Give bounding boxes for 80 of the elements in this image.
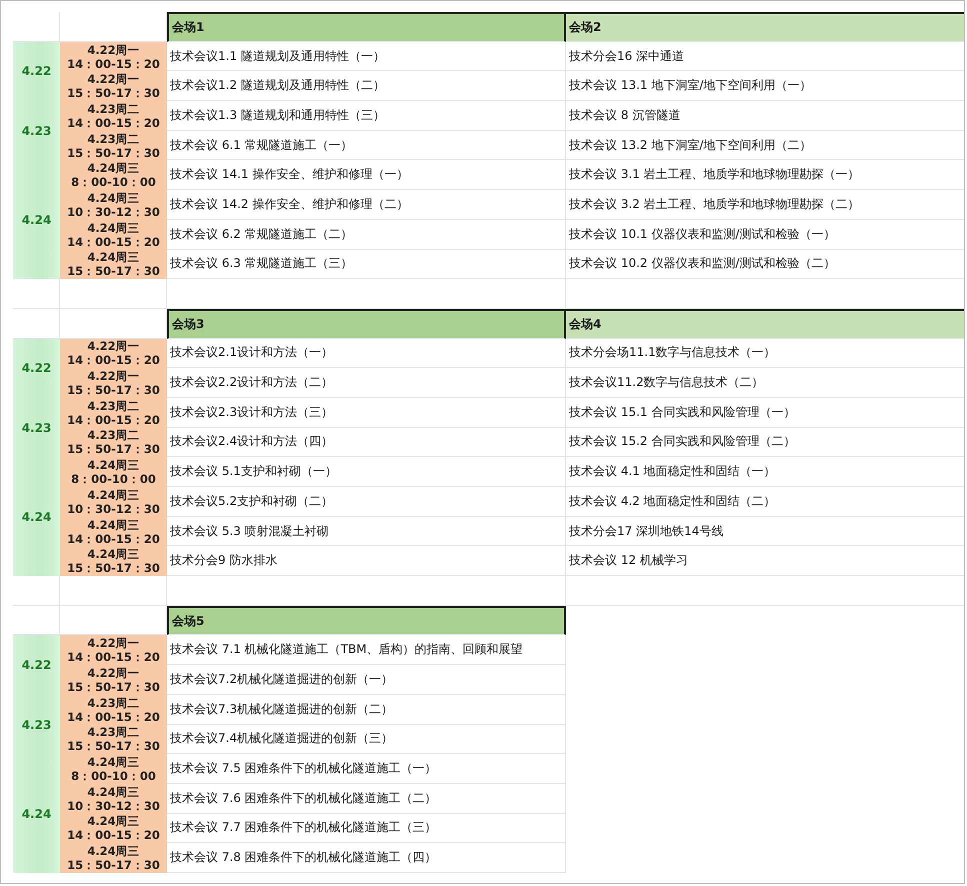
date-cell: 4.24 [13,754,60,873]
time-cell: 4.23周二 14：00-15：20 [60,101,167,131]
session-cell: 技术会议 5.1支护和衬砌（一） [167,457,566,487]
session-cell: 技术分会17 深圳地铁14号线 [566,516,964,546]
time-cell: 4.22周一 14：00-15：20 [60,42,167,72]
session-cell: 技术会议 5.3 喷射混凝土衬砌 [167,516,566,546]
session-cell: 技术会议5.2支护和衬砌（二） [167,487,566,517]
date-cell: 4.24 [13,457,60,576]
session-cell: 技术会议1.2 隧道规划及通用特性（二） [167,71,566,102]
time-cell: 4.24周三 14：00-15：20 [60,814,167,844]
venue-header: 会场1 [167,12,566,42]
session-cell: 技术会议 3.1 岩土工程、地质学和地球物理勘探（一） [566,160,964,190]
session-cell: 技术分会9 防水排水 [167,546,566,576]
session-cell: 技术会议11.2数字与信息技术（二） [566,368,964,398]
time-cell: 4.22周一 15：50-17：30 [60,665,167,695]
session-cell: 技术会议1.3 隧道规划和通用特性（三） [167,101,566,131]
session-cell: 技术会议1.1 隧道规划及通用特性（一） [167,42,566,72]
session-cell: 技术会议 15.1 合同实践和风险管理（一） [566,398,964,428]
time-cell: 4.23周二 15：50-17：30 [60,428,167,458]
session-cell: 技术会议7.4机械化隧道掘进的创新（三） [167,724,566,754]
time-cell: 4.23周二 15：50-17：30 [60,724,167,754]
session-cell: 技术会议 13.2 地下洞室/地下空间利用（二） [566,130,964,160]
time-cell: 4.24周三 8：00-10：00 [60,754,167,784]
date-cell: 4.22 [13,338,60,398]
date-cell: 4.22 [13,635,60,695]
session-cell: 技术会议 3.2 岩土工程、地质学和地球物理勘探（二） [566,190,964,220]
session-cell: 技术会议7.2机械化隧道掘进的创新（一） [167,665,566,695]
date-cell: 4.23 [13,694,60,754]
session-cell: 技术会议 7.6 困难条件下的机械化隧道施工（二） [167,784,566,814]
time-cell: 4.24周三 15：50-17：30 [60,546,167,576]
time-cell: 4.24周三 10：30-12：30 [60,784,167,814]
session-cell: 技术会议 7.5 困难条件下的机械化隧道施工（一） [167,754,566,784]
date-cell: 4.23 [13,398,60,458]
session-cell: 技术会议2.2设计和方法（二） [167,368,566,398]
time-cell: 4.24周三 14：00-15：20 [60,516,167,546]
time-cell: 4.24周三 10：30-12：30 [60,190,167,220]
time-cell: 4.23周二 15：50-17：30 [60,130,167,160]
time-cell: 4.22周一 14：00-15：20 [60,338,167,368]
empty-cell [13,576,60,606]
date-cell: 4.23 [13,101,60,160]
session-cell: 技术会议2.1设计和方法（一） [167,338,566,368]
session-cell: 技术会议 7.1 机械化隧道施工（TBM、盾构）的指南、回顾和展望 [167,635,566,666]
session-cell: 技术会议 14.2 操作安全、维护和修理（二） [167,190,566,220]
time-cell: 4.24周三 8：00-10：00 [60,160,167,190]
time-cell: 4.24周三 14：00-15：20 [60,220,167,250]
venue-header: 会场5 [167,606,566,636]
session-cell: 技术会议 7.8 困难条件下的机械化隧道施工（四） [167,843,566,873]
time-cell: 4.22周一 15：50-17：30 [60,368,167,398]
session-cell: 技术会议 4.2 地面稳定性和固结（二） [566,487,964,517]
time-cell: 4.23周二 14：00-15：20 [60,694,167,724]
session-cell: 技术会议2.3设计和方法（三） [167,398,566,428]
venue-header: 会场4 [566,308,964,339]
session-cell: 技术分会场11.1数字与信息技术（一） [566,338,964,368]
venue-header: 会场3 [167,308,566,339]
session-cell: 技术会议 15.2 合同实践和风险管理（二） [566,428,964,458]
session-cell: 技术分会16 深中通道 [566,42,964,72]
session-cell: 技术会议 6.3 常规隧道施工（三） [167,250,566,280]
date-cell: 4.22 [13,42,60,102]
venue-header: 会场2 [566,12,964,42]
time-cell: 4.24周三 8：00-10：00 [60,457,167,487]
time-cell: 4.24周三 10：30-12：30 [60,487,167,517]
time-cell: 4.22周一 15：50-17：30 [60,71,167,102]
session-cell: 技术会议 4.1 地面稳定性和固结（一） [566,457,964,487]
session-cell: 技术会议 6.2 常规隧道施工（二） [167,220,566,250]
time-cell: 4.24周三 15：50-17：30 [60,843,167,873]
session-cell: 技术会议 6.1 常规隧道施工（一） [167,130,566,160]
time-cell: 4.24周三 15：50-17：30 [60,250,167,280]
session-cell: 技术会议 14.1 操作安全、维护和修理（一） [167,160,566,190]
session-cell: 技术会议 13.1 地下洞室/地下空间利用（一） [566,71,964,102]
time-cell: 4.22周一 14：00-15：20 [60,635,167,666]
time-cell: 4.23周二 14：00-15：20 [60,398,167,428]
date-cell: 4.24 [13,160,60,280]
session-cell: 技术会议 12 机械学习 [566,546,964,576]
session-cell: 技术会议 10.1 仪器仪表和监测/测试和检验（一） [566,220,964,250]
session-cell: 技术会议 10.2 仪器仪表和监测/测试和检验（二） [566,250,964,280]
empty-cell [13,279,60,309]
session-cell: 技术会议2.4设计和方法（四） [167,428,566,458]
session-cell: 技术会议 8 沉管隧道 [566,101,964,131]
session-cell: 技术会议 7.7 困难条件下的机械化隧道施工（三） [167,814,566,844]
session-cell: 技术会议7.3机械化隧道掘进的创新（二） [167,694,566,724]
